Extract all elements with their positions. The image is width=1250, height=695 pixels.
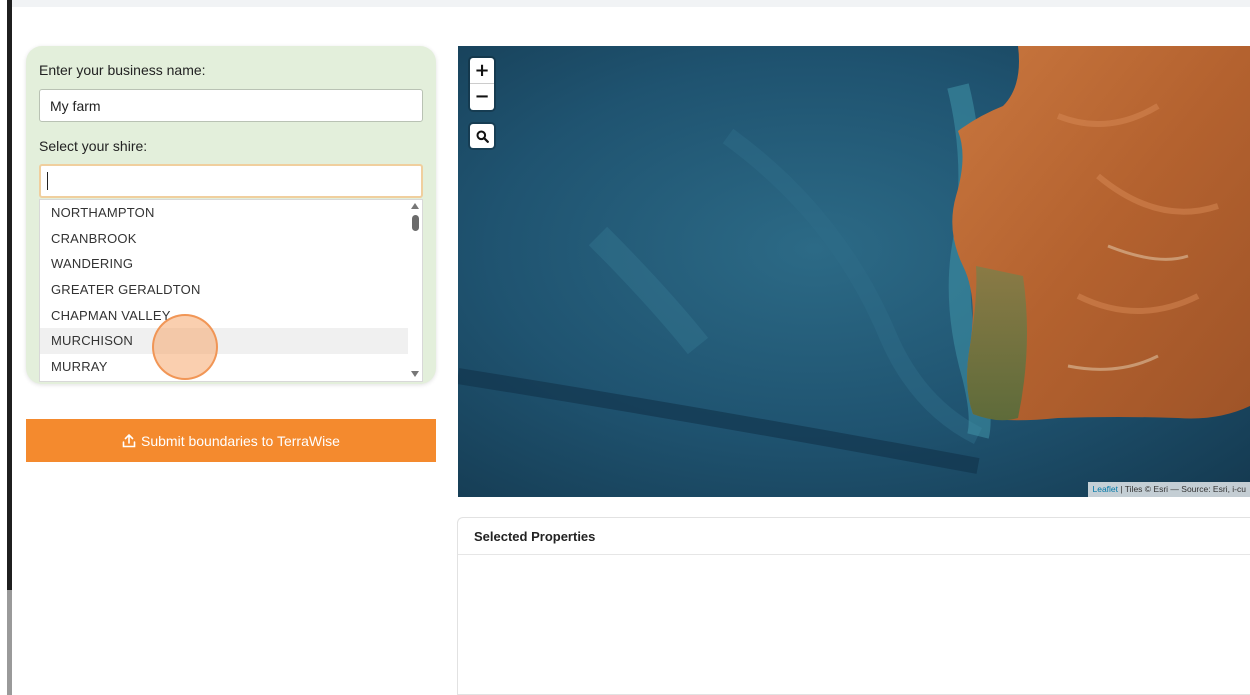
magnifier-icon bbox=[476, 130, 489, 143]
shire-search-input[interactable] bbox=[39, 164, 423, 198]
shire-option[interactable]: MURRAY bbox=[40, 354, 408, 380]
submit-boundaries-button[interactable]: Submit boundaries to TerraWise bbox=[26, 419, 436, 462]
map-view[interactable]: + − Leaflet | Tiles © Esri — Source: Esr… bbox=[458, 46, 1250, 497]
text-caret bbox=[47, 172, 48, 190]
left-edge bbox=[0, 0, 12, 695]
zoom-control: + − bbox=[470, 58, 494, 110]
shire-option[interactable]: WANDERING bbox=[40, 251, 408, 277]
shire-option[interactable]: GREATER GERALDTON bbox=[40, 277, 408, 303]
zoom-out-button[interactable]: − bbox=[470, 84, 494, 110]
upload-icon bbox=[122, 433, 136, 447]
shire-option[interactable]: CHAPMAN VALLEY bbox=[40, 303, 408, 329]
shire-dropdown-list[interactable]: NORTHAMPTON CRANBROOK WANDERING GREATER GER… bbox=[39, 199, 423, 382]
map-search-button[interactable] bbox=[470, 124, 494, 148]
business-name-input[interactable] bbox=[39, 89, 423, 122]
selected-properties-title: Selected Properties bbox=[458, 518, 1250, 555]
scroll-thumb[interactable] bbox=[412, 215, 419, 231]
zoom-in-button[interactable]: + bbox=[470, 58, 494, 84]
selected-properties-panel: Selected Properties bbox=[457, 517, 1250, 695]
shire-option[interactable]: NORTHAMPTON bbox=[40, 200, 408, 226]
satellite-map-image bbox=[458, 46, 1250, 497]
shire-form-card: Enter your business name: Select your sh… bbox=[26, 46, 436, 384]
dropdown-scrollbar[interactable] bbox=[408, 200, 422, 381]
top-strip bbox=[0, 0, 1250, 7]
shire-option[interactable]: MURCHISON bbox=[40, 328, 408, 355]
shire-label: Select your shire: bbox=[39, 138, 148, 154]
scroll-down-arrow-icon[interactable] bbox=[411, 371, 419, 377]
attribution-text: | Tiles © Esri — Source: Esri, i-cu bbox=[1118, 484, 1246, 494]
window-edge-scroll[interactable] bbox=[7, 590, 12, 695]
leaflet-link[interactable]: Leaflet bbox=[1092, 484, 1118, 494]
submit-button-label: Submit boundaries to TerraWise bbox=[141, 432, 340, 449]
map-attribution: Leaflet | Tiles © Esri — Source: Esri, i… bbox=[1088, 482, 1250, 497]
shire-option[interactable]: CRANBROOK bbox=[40, 226, 408, 252]
business-name-label: Enter your business name: bbox=[39, 62, 206, 78]
click-indicator bbox=[152, 314, 218, 380]
scroll-up-arrow-icon[interactable] bbox=[411, 203, 419, 209]
